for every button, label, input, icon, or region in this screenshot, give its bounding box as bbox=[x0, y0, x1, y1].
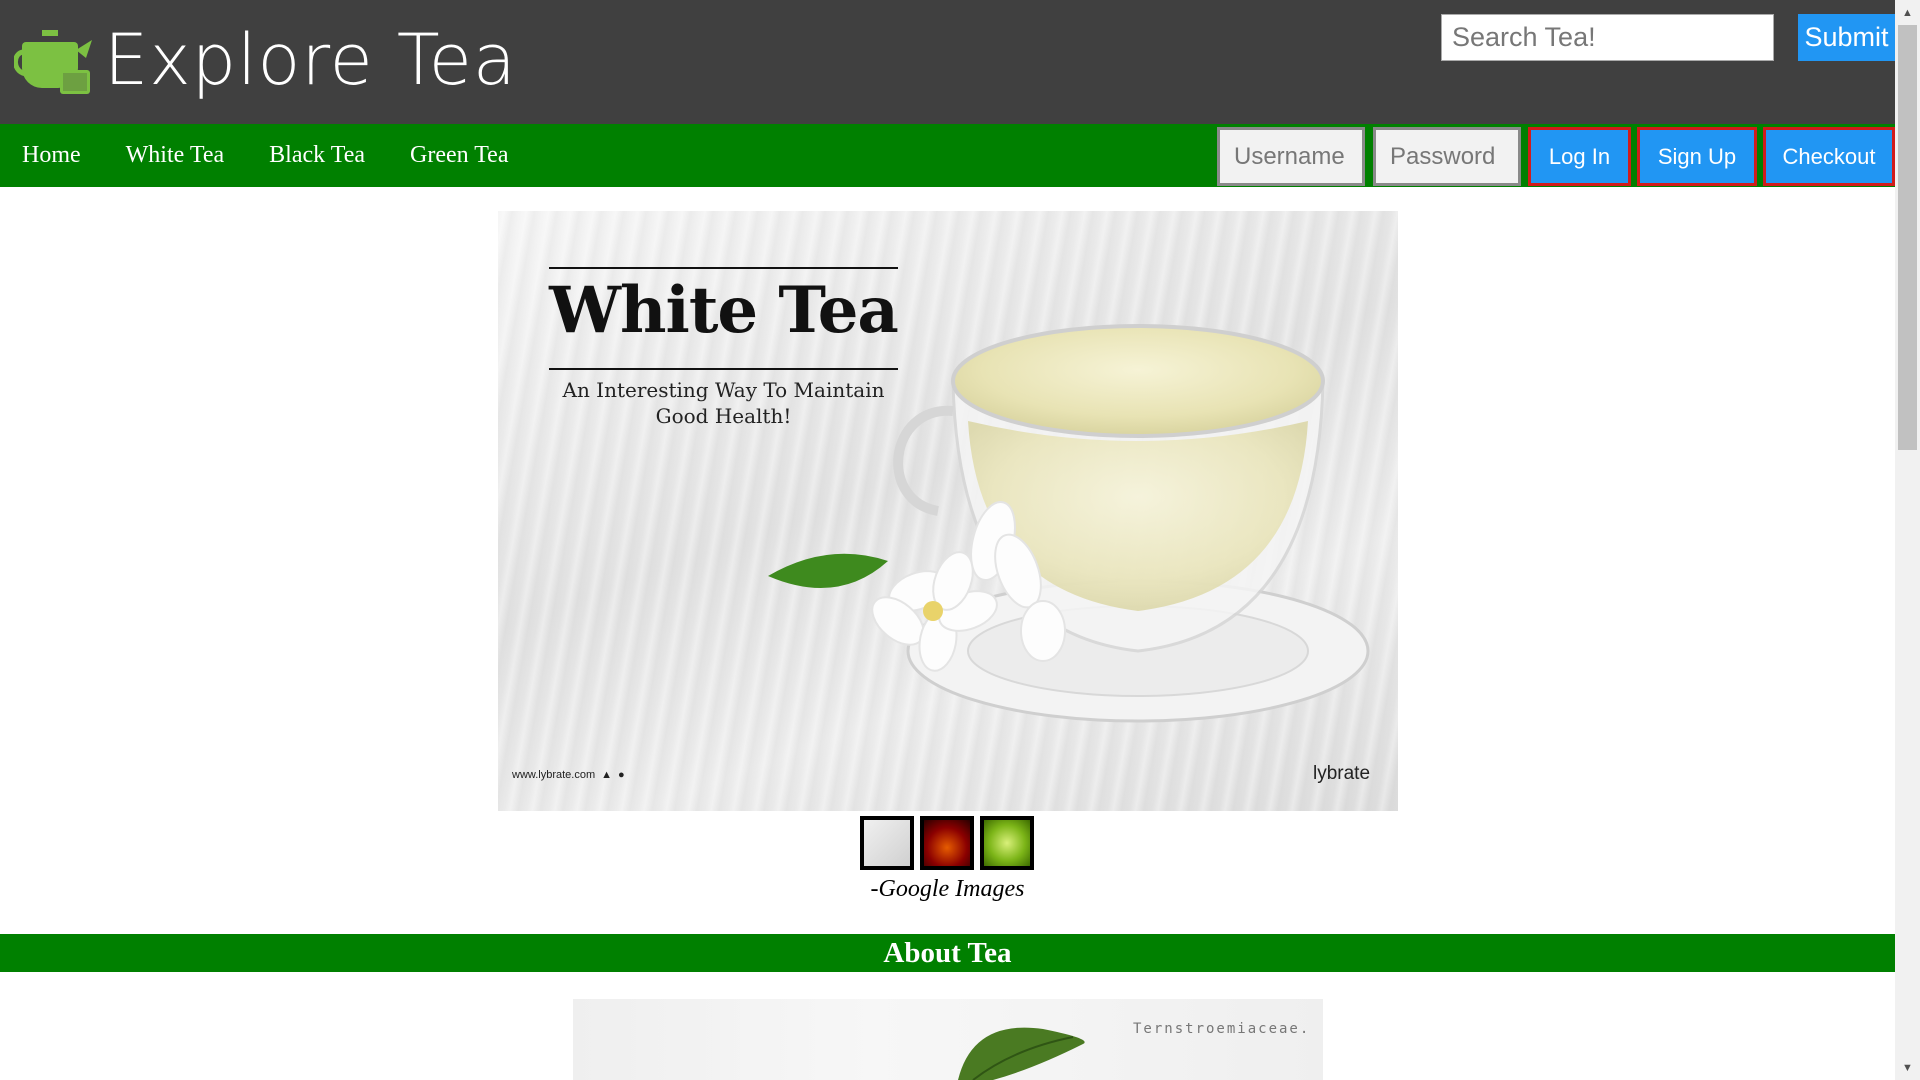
nav-link-black-tea[interactable]: Black Tea bbox=[269, 142, 365, 169]
hero-footer-url: www.lybrate.com bbox=[512, 769, 596, 781]
nav-link-green-tea[interactable]: Green Tea bbox=[410, 142, 508, 169]
tea-leaf-illustration bbox=[958, 1027, 1085, 1080]
login-button[interactable]: Log In bbox=[1528, 127, 1631, 186]
scroll-down-arrow-icon[interactable]: ▼ bbox=[1895, 1055, 1920, 1080]
hero-footer-brand: lybrate bbox=[1313, 763, 1371, 784]
page-scrollbar[interactable]: ▲ ▼ bbox=[1895, 0, 1920, 1080]
logo[interactable]: Explore Tea bbox=[14, 24, 517, 96]
logo-text: Explore Tea bbox=[104, 19, 517, 101]
hero-image: White Tea An Interesting Way To Maintain… bbox=[498, 211, 1398, 811]
about-title: About Tea bbox=[883, 937, 1012, 969]
hero-rule-bottom bbox=[549, 368, 898, 370]
nav-link-home[interactable]: Home bbox=[22, 142, 81, 169]
hero-title: White Tea bbox=[549, 273, 899, 348]
nav-link-white-tea[interactable]: White Tea bbox=[126, 142, 225, 169]
site-header: Explore Tea Submit bbox=[0, 0, 1895, 124]
username-field[interactable] bbox=[1217, 127, 1365, 186]
image-credit: -Google Images bbox=[870, 876, 1025, 902]
about-section-header: About Tea bbox=[0, 934, 1895, 972]
apple-icon: ● bbox=[618, 769, 625, 781]
nav-bar: Home White Tea Black Tea Green Tea Log I… bbox=[0, 124, 1895, 187]
teapot-icon bbox=[14, 24, 94, 96]
scrollbar-thumb[interactable] bbox=[1898, 25, 1917, 450]
hero-footer-left: www.lybrate.com ▲ ● bbox=[512, 769, 625, 781]
hero-rule-top bbox=[549, 267, 898, 269]
scroll-up-arrow-icon[interactable]: ▲ bbox=[1895, 0, 1920, 25]
thumbnail-black-tea[interactable] bbox=[920, 816, 974, 870]
about-image-label: Ternstroemiaceae. bbox=[1133, 1021, 1311, 1037]
checkout-button[interactable]: Checkout bbox=[1763, 127, 1895, 186]
thumbnail-strip bbox=[860, 816, 1034, 870]
android-icon: ▲ bbox=[601, 769, 613, 781]
thumbnail-green-tea[interactable] bbox=[980, 816, 1034, 870]
search-submit-button[interactable]: Submit bbox=[1798, 14, 1895, 61]
signup-button[interactable]: Sign Up bbox=[1637, 127, 1757, 186]
password-field[interactable] bbox=[1373, 127, 1521, 186]
thumbnail-white-tea[interactable] bbox=[860, 816, 914, 870]
nav-links: Home White Tea Black Tea Green Tea bbox=[22, 124, 553, 187]
hero-subtitle: An Interesting Way To Maintain Good Heal… bbox=[562, 378, 885, 428]
search-input[interactable] bbox=[1441, 14, 1774, 61]
about-image: Ternstroemiaceae. bbox=[573, 999, 1323, 1080]
